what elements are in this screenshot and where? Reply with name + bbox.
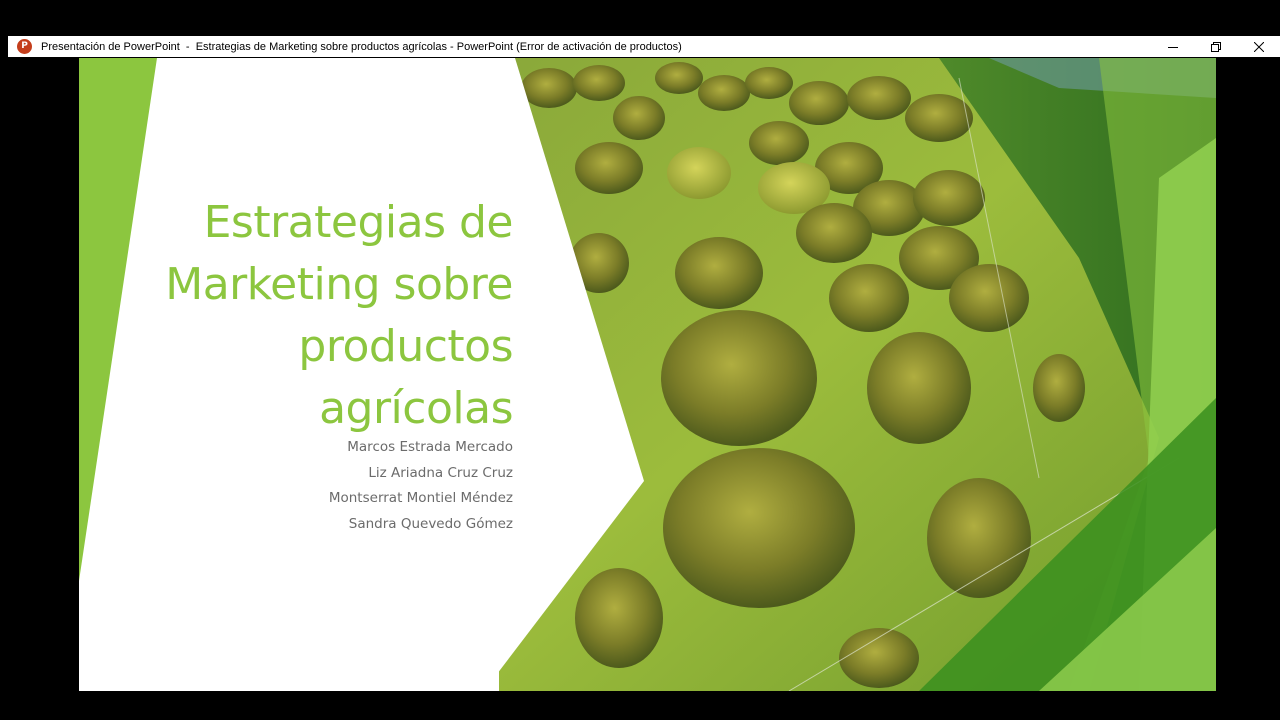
- title-line: Estrategias de: [203, 197, 514, 248]
- title-line: Marketing sobre: [165, 259, 513, 310]
- close-button[interactable]: [1237, 36, 1280, 57]
- powerpoint-app-icon: P: [17, 39, 32, 54]
- minimize-button[interactable]: [1151, 36, 1194, 57]
- minimize-icon: [1167, 46, 1178, 48]
- window-titlebar[interactable]: P Presentación de PowerPoint - Estrategi…: [8, 36, 1280, 57]
- author-name: Liz Ariadna Cruz Cruz: [368, 464, 513, 481]
- slide-subtitle-authors[interactable]: Marcos Estrada Mercado Liz Ariadna Cruz …: [213, 435, 513, 537]
- close-icon: [1253, 41, 1264, 52]
- restore-icon: [1210, 41, 1221, 52]
- window-controls: [1151, 36, 1280, 57]
- slide-canvas: Estrategias de Marketing sobre productos…: [79, 58, 1216, 691]
- author-name: Marcos Estrada Mercado: [347, 439, 513, 455]
- author-name: Montserrat Montiel Méndez: [328, 490, 513, 506]
- title-line: productos: [298, 321, 513, 372]
- slide-title[interactable]: Estrategias de Marketing sobre productos…: [93, 192, 513, 440]
- title-line: agrícolas: [319, 383, 513, 434]
- window-title: Presentación de PowerPoint - Estrategias…: [41, 40, 682, 53]
- author-name: Sandra Quevedo Gómez: [348, 515, 513, 532]
- restore-button[interactable]: [1194, 36, 1237, 57]
